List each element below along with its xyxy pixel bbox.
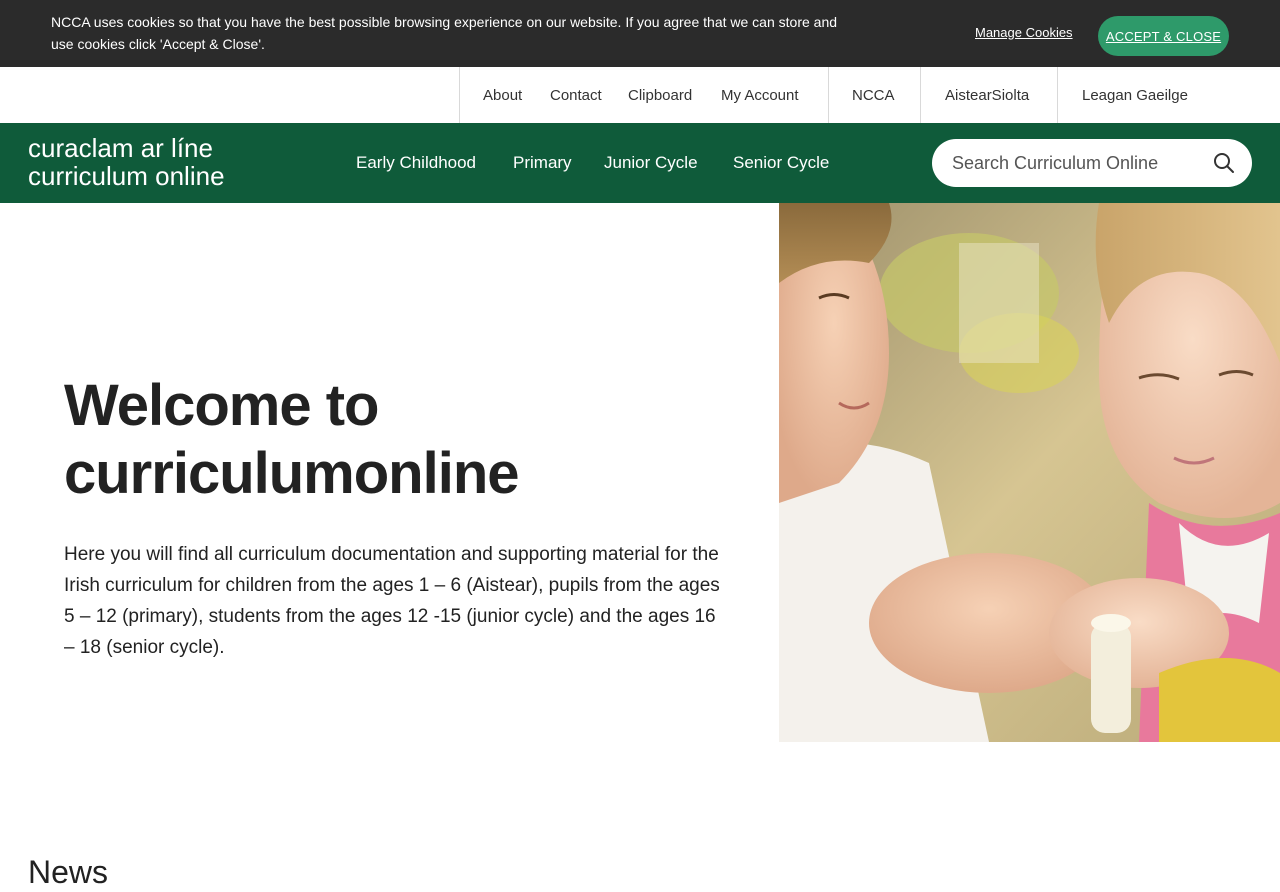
util-link-leagan-gaeilge[interactable]: Leagan Gaeilge: [1082, 67, 1188, 123]
search-input[interactable]: [952, 139, 1202, 187]
cookie-message: NCCA uses cookies so that you have the b…: [51, 14, 838, 52]
nav-primary[interactable]: Primary: [513, 123, 572, 203]
cookie-banner: NCCA uses cookies so that you have the b…: [0, 0, 1280, 67]
hero-title: Welcome to curriculumonline: [64, 372, 744, 508]
logo-line-irish: curaclam ar líne: [28, 133, 213, 163]
site-logo[interactable]: curaclam ar líne curriculum online: [28, 134, 225, 190]
divider: [459, 67, 460, 123]
utility-nav: About Contact Clipboard My Account NCCA …: [0, 67, 1280, 123]
hero-title-line1: Welcome to: [64, 373, 379, 438]
news-heading: News: [28, 854, 109, 890]
main-nav: curaclam ar líne curriculum online Early…: [0, 123, 1280, 203]
util-link-contact[interactable]: Contact: [550, 67, 602, 123]
nav-junior-cycle[interactable]: Junior Cycle: [604, 123, 698, 203]
logo-line-english: curriculum online: [28, 161, 225, 191]
util-link-about[interactable]: About: [483, 67, 522, 123]
util-link-ncca[interactable]: NCCA: [852, 67, 895, 123]
search-box: [932, 139, 1252, 187]
divider: [1057, 67, 1058, 123]
hero-photo-children: [779, 203, 1280, 742]
search-icon[interactable]: [1212, 151, 1236, 175]
accept-close-button[interactable]: ACCEPT & CLOSE: [1098, 16, 1229, 56]
nav-senior-cycle[interactable]: Senior Cycle: [733, 123, 829, 203]
divider: [828, 67, 829, 123]
nav-early-childhood[interactable]: Early Childhood: [356, 123, 476, 203]
util-link-clipboard[interactable]: Clipboard: [628, 67, 692, 123]
hero-title-line2: curriculumonline: [64, 441, 520, 506]
util-link-my-account[interactable]: My Account: [721, 67, 799, 123]
manage-cookies-link[interactable]: Manage Cookies: [975, 25, 1073, 40]
hero-description: Here you will find all curriculum docume…: [64, 544, 720, 658]
divider: [920, 67, 921, 123]
util-link-aistearsiolta[interactable]: AistearSiolta: [945, 67, 1029, 123]
